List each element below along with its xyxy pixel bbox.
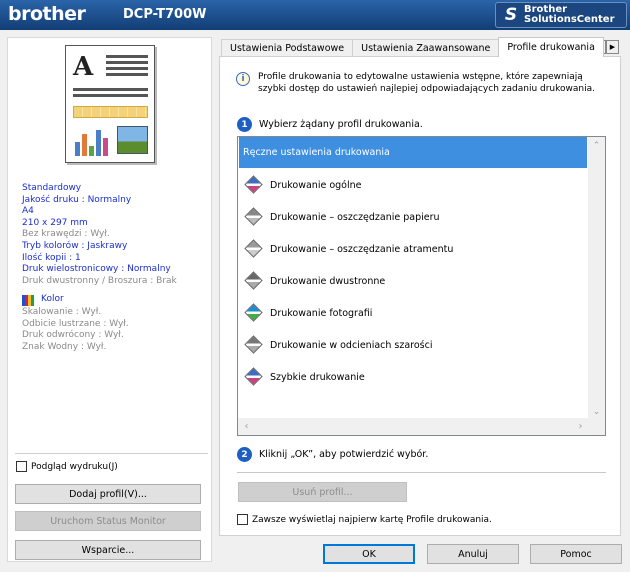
- profile-icon: [244, 303, 264, 323]
- divider: [237, 472, 606, 473]
- step-2-number: 2: [237, 447, 252, 462]
- step-2-label: Kliknij „OK”, aby potwierdzić wybór.: [259, 449, 429, 460]
- profile-item[interactable]: Drukowanie fotografii: [239, 297, 587, 329]
- brother-logo: brother: [8, 3, 86, 25]
- horizontal-scrollbar[interactable]: ‹ ›: [238, 418, 589, 435]
- scroll-left-icon[interactable]: ‹: [238, 418, 255, 435]
- setting-summary-line: Jakość druku : Normalny: [22, 194, 132, 205]
- preview-table-icon: [73, 106, 148, 118]
- profile-item[interactable]: Drukowanie – oszczędzanie atramentu: [239, 233, 587, 265]
- settings-summary: Standardowy Jakość druku : Normalny A4 210 …: [22, 183, 177, 353]
- setting-summary-line: Druk odwrócony : Wył.: [22, 330, 124, 341]
- print-preview-option[interactable]: Podgląd wydruku(J): [16, 461, 118, 472]
- scroll-up-icon[interactable]: ⌃: [588, 137, 605, 154]
- step-2: 2 Kliknij „OK”, aby potwierdzić wybór.: [237, 447, 428, 462]
- support-button[interactable]: Wsparcie...: [15, 540, 201, 560]
- profile-item[interactable]: Drukowanie ogólne: [239, 169, 587, 201]
- profile-label: Ręczne ustawienia drukowania: [243, 147, 390, 158]
- always-show-checkbox[interactable]: [237, 514, 248, 525]
- profile-icon: [244, 175, 264, 195]
- setting-summary-line: Ilość kopii : 1: [22, 252, 81, 263]
- profile-item[interactable]: Szybkie drukowanie: [239, 361, 587, 393]
- info-description: Profile drukowania to edytowalne ustawie…: [258, 72, 595, 94]
- tab-basic[interactable]: Ustawienia Podstawowe: [221, 39, 354, 57]
- add-profile-button[interactable]: Dodaj profil(V)...: [15, 484, 201, 504]
- profile-list[interactable]: Ręczne ustawienia drukowania Drukowanie o…: [237, 136, 606, 436]
- print-preview-label: Podgląd wydruku(J): [31, 461, 118, 472]
- vertical-scrollbar[interactable]: ⌃ ⌄: [588, 137, 605, 420]
- solutions-center-label-2: SolutionsCenter: [524, 14, 615, 25]
- print-preview-checkbox[interactable]: [16, 461, 27, 472]
- setting-summary-line: Tryb kolorów : Jaskrawy: [22, 240, 128, 251]
- profile-icon: [244, 207, 264, 227]
- step-1-label: Wybierz żądany profil drukowania.: [259, 119, 423, 130]
- model-name: DCP-T700W: [123, 7, 207, 22]
- setting-summary-line: Standardowy: [22, 183, 82, 193]
- help-button[interactable]: Pomoc: [530, 544, 622, 564]
- profile-label: Drukowanie – oszczędzanie atramentu: [270, 243, 454, 255]
- step-1: 1 Wybierz żądany profil drukowania.: [237, 117, 423, 132]
- setting-summary-line: 210 x 297 mm: [22, 217, 88, 228]
- info-icon: i: [236, 72, 250, 86]
- profile-item[interactable]: Drukowanie w odcieniach szarości: [239, 329, 587, 361]
- profile-label: Szybkie drukowanie: [270, 371, 365, 383]
- solutions-center-icon: S: [504, 5, 518, 25]
- setting-summary-line: Bez krawędzi : Wył.: [22, 229, 110, 240]
- divider: [15, 453, 208, 454]
- profile-label: Drukowanie ogólne: [270, 179, 362, 191]
- preview-photo-icon: [117, 126, 148, 154]
- tab-print-profiles[interactable]: Profile drukowania: [498, 37, 604, 57]
- profile-item[interactable]: Drukowanie dwustronne: [239, 265, 587, 297]
- preview-letter-icon: A: [73, 52, 94, 82]
- tab-bar: Ustawienia Podstawowe Ustawienia Zaawans…: [221, 37, 604, 57]
- profile-icon: [244, 239, 264, 259]
- color-mode-icon: [22, 294, 34, 306]
- ok-button[interactable]: OK: [323, 544, 415, 564]
- profile-label: Drukowanie w odcieniach szarości: [270, 339, 433, 351]
- setting-summary-line: Odbicie lustrzane : Wył.: [22, 318, 129, 329]
- profile-label: Drukowanie – oszczędzanie papieru: [270, 211, 440, 223]
- profile-icon: [244, 367, 264, 387]
- scroll-right-icon[interactable]: ›: [572, 418, 589, 435]
- always-show-option[interactable]: Zawsze wyświetlaj najpierw kartę Profile…: [237, 514, 492, 525]
- tab-right-arrow-icon[interactable]: ▶: [606, 40, 619, 54]
- profile-label: Drukowanie fotografii: [270, 307, 373, 319]
- delete-profile-button[interactable]: Usuń profil...: [238, 482, 407, 502]
- page-preview: A: [65, 45, 155, 163]
- tab-advanced[interactable]: Ustawienia Zaawansowane: [352, 39, 500, 57]
- step-1-number: 1: [237, 117, 252, 132]
- preview-chart-icon: [73, 126, 111, 156]
- color-mode-label: Kolor: [41, 294, 64, 305]
- profile-label: Drukowanie dwustronne: [270, 275, 386, 287]
- setting-summary-line: Druk dwustronny / Broszura : Brak: [22, 275, 177, 286]
- setting-summary-line: Druk wielostronicowy : Normalny: [22, 264, 171, 275]
- status-monitor-button[interactable]: Uruchom Status Monitor: [15, 511, 201, 531]
- profile-icon: [244, 271, 264, 291]
- settings-summary-panel: A Standardowy Jakość druku : Normalny A4 21…: [7, 37, 212, 562]
- always-show-label: Zawsze wyświetlaj najpierw kartę Profile…: [252, 514, 492, 525]
- solutions-center-button[interactable]: S Brother SolutionsCenter: [495, 2, 627, 28]
- profile-item[interactable]: Drukowanie – oszczędzanie papieru: [239, 201, 587, 233]
- cancel-button[interactable]: Anuluj: [427, 544, 519, 564]
- setting-summary-line: A4: [22, 206, 34, 217]
- header-bar: brother DCP-T700W S Brother SolutionsCen…: [0, 0, 630, 30]
- setting-summary-line: Znak Wodny : Wył.: [22, 341, 107, 352]
- print-profiles-panel: i Profile drukowania to edytowalne ustaw…: [219, 56, 621, 536]
- profile-icon: [244, 335, 264, 355]
- setting-summary-line: Skalowanie : Wył.: [22, 306, 102, 317]
- profile-item[interactable]: Ręczne ustawienia drukowania: [239, 137, 587, 168]
